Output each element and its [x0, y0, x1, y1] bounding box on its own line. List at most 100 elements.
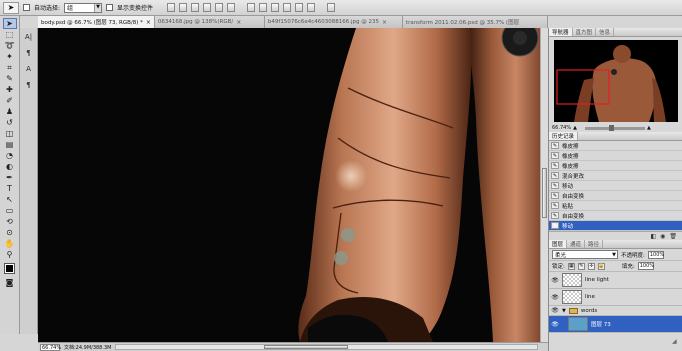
document-canvas[interactable] — [38, 28, 548, 342]
zoom-field[interactable]: 66.74% — [40, 343, 61, 351]
pen-tool-icon[interactable]: ✒ — [3, 172, 17, 183]
auto-select-dropdown[interactable]: 组 ▼ — [64, 2, 103, 13]
tab-navigator[interactable]: 导航器 — [549, 28, 573, 36]
expand-arrow-icon[interactable]: ▼ — [562, 308, 566, 314]
path-select-icon[interactable]: ↖ — [3, 194, 17, 205]
canvas-vertical-scrollbar[interactable] — [540, 28, 548, 342]
distribute-right-button[interactable] — [307, 3, 316, 12]
foreground-color-swatch[interactable] — [4, 263, 15, 274]
navigator-zoom[interactable]: 66.74% — [552, 125, 571, 131]
tab-histogram[interactable]: 直方图 — [573, 28, 597, 36]
eye-icon[interactable]: 👁 — [551, 320, 559, 328]
history-item[interactable]: ✎ 橡皮擦 — [549, 161, 682, 171]
zoom-out-icon[interactable]: ▲ — [573, 125, 577, 131]
shape-tool-icon[interactable]: ▭ — [3, 205, 17, 216]
tab-transform-psd[interactable]: transform 2011.02.06.psd @ 35.7% (图层 — [402, 16, 548, 28]
3d-rotate-icon[interactable]: ⟲ — [3, 216, 17, 227]
eye-icon[interactable]: 👁 — [551, 276, 559, 284]
blend-mode-select[interactable]: 柔光 ▼ — [552, 250, 618, 259]
type-tool-icon[interactable]: T — [3, 183, 17, 194]
layer-group-words[interactable]: 👁 ▼ words — [549, 306, 682, 316]
fill-field[interactable]: 100% — [637, 262, 654, 270]
paragraph-panel-icon[interactable]: ¶ — [22, 47, 36, 58]
distribute-left-button[interactable] — [283, 3, 292, 12]
show-transform-checkbox[interactable] — [106, 4, 114, 11]
align-left-button[interactable] — [203, 3, 212, 12]
crop-tool-icon[interactable]: ⌗ — [3, 62, 17, 73]
move-tool-icon[interactable]: ➤ — [2, 18, 17, 29]
close-icon[interactable]: × — [236, 19, 241, 26]
zoom-slider[interactable] — [584, 124, 645, 131]
tab-b49f-jpg[interactable]: b49f15076c6e4c4603088166.jpg @ 235 × — [264, 16, 403, 28]
lock-position-icon[interactable]: ✛ — [587, 262, 595, 270]
tab-paths[interactable]: 路径 — [585, 240, 604, 248]
lasso-tool-icon[interactable]: ➰ — [3, 40, 17, 51]
healing-brush-icon[interactable]: ✚ — [3, 84, 17, 95]
scroll-thumb[interactable] — [542, 168, 547, 218]
gradient-tool-icon[interactable]: ▤ — [3, 139, 17, 150]
tab-0634168-jpg[interactable]: 0634168.jpg @ 138%(RGB/× — [154, 16, 265, 28]
tab-channels[interactable]: 通道 — [567, 240, 586, 248]
eye-icon[interactable]: 👁 — [551, 307, 559, 315]
tab-body-psd[interactable]: body.psd @ 66.7% (图层 73, RGB/8) * × — [38, 16, 155, 28]
resize-grip-icon[interactable]: ◢ — [672, 338, 682, 351]
slider-knob[interactable] — [608, 124, 614, 131]
navigator-preview[interactable] — [554, 40, 678, 122]
new-document-icon[interactable]: ◧ — [650, 233, 656, 240]
history-item[interactable]: ✎ 橡皮擦 — [549, 151, 682, 161]
distribute-top-button[interactable] — [247, 3, 256, 12]
tab-history[interactable]: 历史记录 — [549, 132, 579, 140]
brush-tool-icon[interactable]: ✐ — [3, 95, 17, 106]
text-icon[interactable]: A — [22, 63, 36, 74]
auto-align-button[interactable] — [327, 3, 336, 12]
move-tool-icon[interactable]: ➤ — [3, 1, 19, 14]
align-bottom-button[interactable] — [191, 3, 200, 12]
align-vcenter-button[interactable] — [179, 3, 188, 12]
delete-icon[interactable]: 🗑 — [669, 233, 677, 240]
close-icon[interactable]: × — [146, 19, 151, 26]
history-brush-icon[interactable]: ↺ — [3, 117, 17, 128]
scroll-thumb[interactable] — [263, 345, 348, 349]
history-item[interactable]: ✎ 自由变换 — [549, 191, 682, 201]
new-snapshot-icon[interactable]: ◉ — [660, 233, 665, 240]
layer-73[interactable]: 👁 图层 73 — [549, 316, 682, 333]
close-icon[interactable]: × — [382, 19, 387, 26]
history-item[interactable]: ✎ 自由变换 — [549, 211, 682, 221]
pilcrow-icon[interactable]: ¶ — [22, 79, 36, 90]
blur-tool-icon[interactable]: ◔ — [3, 150, 17, 161]
tab-layers[interactable]: 图层 — [549, 240, 568, 248]
magic-wand-icon[interactable]: ✦ — [3, 51, 17, 62]
align-hcenter-button[interactable] — [215, 3, 224, 12]
lock-all-icon[interactable]: 🔒 — [597, 262, 605, 270]
eyedropper-icon[interactable]: ✎ — [3, 73, 17, 84]
align-right-button[interactable] — [227, 3, 236, 12]
align-top-button[interactable] — [167, 3, 176, 12]
tab-info[interactable]: 信息 — [596, 28, 615, 36]
lock-transparency-icon[interactable]: ▦ — [567, 262, 575, 270]
dodge-tool-icon[interactable]: ◐ — [3, 161, 17, 172]
history-item[interactable]: ✎ 粘贴 — [549, 201, 682, 211]
history-item[interactable]: ✎ 移动 — [549, 181, 682, 191]
zoom-tool-icon[interactable]: ⚲ — [3, 249, 17, 260]
opacity-field[interactable]: 100% — [647, 250, 664, 259]
distribute-vcenter-button[interactable] — [259, 3, 268, 12]
3d-orbit-icon[interactable]: ⊙ — [3, 227, 17, 238]
auto-select-checkbox[interactable] — [23, 4, 30, 11]
char-panel-icon[interactable]: A| — [22, 31, 36, 42]
history-item[interactable]: ✎ 混合更改 — [549, 171, 682, 181]
canvas-horizontal-scrollbar[interactable] — [115, 344, 538, 350]
eraser-icon[interactable]: ◫ — [3, 128, 17, 139]
stamp-tool-icon[interactable]: ♟ — [3, 106, 17, 117]
layer-line-light[interactable]: 👁 line light — [549, 272, 682, 289]
quickmask-icon[interactable]: ◙ — [3, 277, 17, 288]
history-item[interactable]: ✎ 橡皮擦 — [549, 141, 682, 151]
history-item[interactable]: ✎ 移动 — [549, 221, 682, 231]
eye-icon[interactable]: 👁 — [551, 293, 559, 301]
distribute-hcenter-button[interactable] — [295, 3, 304, 12]
marquee-tool-icon[interactable]: ⬚ — [3, 29, 17, 40]
layer-line[interactable]: 👁 line — [549, 289, 682, 306]
lock-pixels-icon[interactable]: ✎ — [577, 262, 585, 270]
zoom-in-icon[interactable]: ▲ — [647, 125, 651, 131]
hand-tool-icon[interactable]: ✋ — [3, 238, 17, 249]
distribute-bottom-button[interactable] — [271, 3, 280, 12]
